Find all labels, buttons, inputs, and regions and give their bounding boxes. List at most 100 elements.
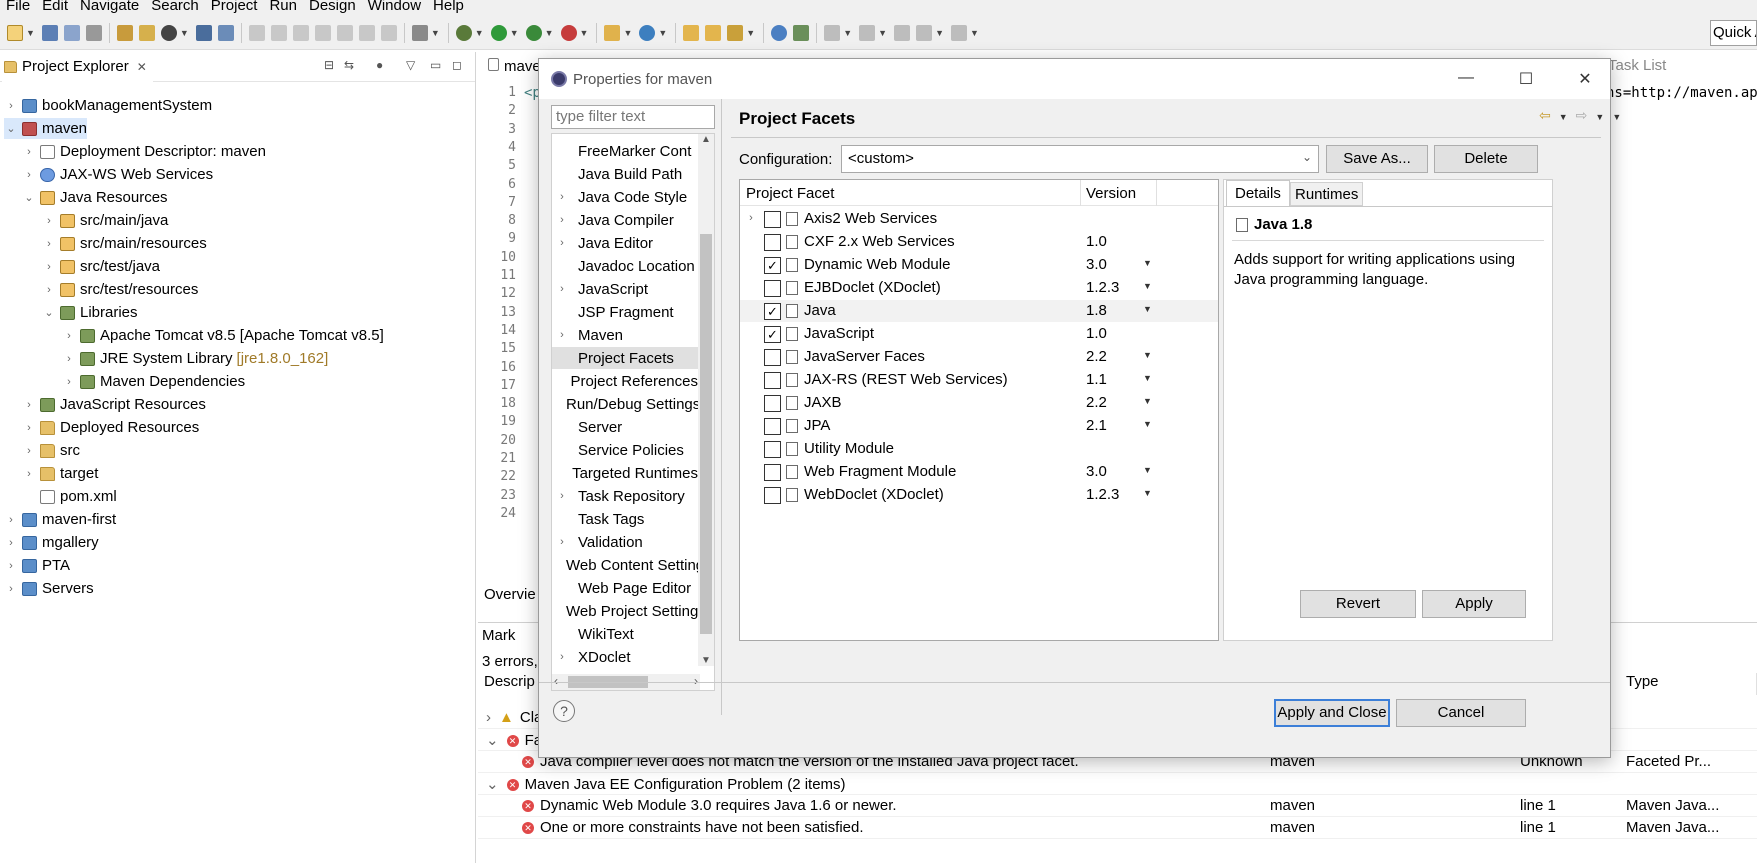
debug-icon[interactable] [160,24,177,41]
facet-row[interactable]: JAXB 2.2 ▼ [740,392,1218,414]
tree-item-deployed-resources[interactable]: › Deployed Resources [22,417,199,438]
tree-item-src-main-java[interactable]: › src/main/java [42,210,168,231]
resume-icon[interactable] [248,24,265,41]
facet-checkbox[interactable] [764,211,781,228]
cancel-button[interactable]: Cancel [1396,699,1526,727]
tree-item-target[interactable]: › target [22,463,98,484]
step-over-icon[interactable] [358,24,375,41]
new-class-icon[interactable] [639,24,656,41]
tree-item-maven-first[interactable]: › maven-first [4,509,116,530]
nav-item-validation[interactable]: › Validation [552,531,698,553]
facet-row[interactable]: ✓ Dynamic Web Module 3.0 ▼ [740,254,1218,276]
debug-bug-icon[interactable] [455,24,472,41]
task-list-icon[interactable] [411,24,428,41]
facet-row[interactable]: ✓ Java 1.8 ▼ [740,300,1218,322]
menu-run[interactable]: Run [263,0,303,16]
scrollbar-thumb[interactable] [700,234,712,634]
globe-icon[interactable] [771,24,788,41]
chevron-down-icon[interactable]: ▼ [1143,304,1152,314]
expand-icon[interactable]: › [4,100,18,112]
skip-breakpoints-icon[interactable] [217,24,234,41]
tree-item-maven[interactable]: ⌄ maven [4,118,88,139]
expand-icon[interactable]: › [4,514,18,526]
new-icon[interactable] [7,24,23,41]
nav-item-xdoclet[interactable]: › XDoclet [552,646,698,668]
open-type-icon[interactable] [683,24,700,41]
close-icon[interactable]: ✕ [1570,69,1600,89]
expand-icon[interactable]: › [486,709,491,726]
facet-checkbox[interactable] [764,487,781,504]
expand-icon[interactable]: › [42,238,56,250]
external-tools-icon[interactable] [560,24,577,41]
facet-row[interactable]: EJBDoclet (XDoclet) 1.2.3 ▼ [740,277,1218,299]
expand-icon[interactable]: › [556,214,568,226]
dropdown-arrow-icon[interactable]: ▼ [510,28,519,38]
expand-icon[interactable]: › [556,329,568,341]
dropdown-arrow-icon[interactable]: ▼ [843,28,852,38]
chevron-down-icon[interactable]: ▼ [1143,258,1152,268]
facet-version[interactable]: 1.0 [1086,325,1107,342]
tab-task-list[interactable]: Task List [1608,57,1666,74]
expand-icon[interactable]: › [62,376,76,388]
facet-checkbox[interactable] [764,441,781,458]
menu-project[interactable]: Project [205,0,264,16]
tab-project-explorer[interactable]: Project Explorer ✕ [2,51,153,82]
forward-menu-icon[interactable]: ▼ [1595,112,1612,122]
expand-icon[interactable]: › [42,261,56,273]
back-icon[interactable] [916,24,933,41]
marker-row[interactable]: ✕ Dynamic Web Module 3.0 requires Java 1.… [478,795,1757,817]
link-with-editor-icon[interactable]: ⇆ [344,58,354,72]
nav-item-web-content-settings[interactable]: Web Content Settings [552,554,698,576]
save-all-icon[interactable] [63,24,80,41]
dropdown-arrow-icon[interactable]: ▼ [545,28,554,38]
nav-item-task-repository[interactable]: › Task Repository [552,485,698,507]
facet-row[interactable]: Web Fragment Module 3.0 ▼ [740,461,1218,483]
menu-help[interactable]: Help [427,0,470,16]
tree-item-pom-xml[interactable]: pom.xml [22,486,117,507]
maximize-icon[interactable]: ◻ [452,58,462,72]
facet-row[interactable]: JavaServer Faces 2.2 ▼ [740,346,1218,368]
view-menu-icon[interactable]: ▼ [1612,112,1629,122]
marker-row[interactable]: ⌄ ✕ Maven Java EE Configuration Problem (2… [478,773,1757,795]
build-icon[interactable] [116,24,133,41]
facet-version[interactable]: 1.2.3 [1086,279,1119,296]
forward-icon[interactable] [950,24,967,41]
filter-input[interactable]: type filter text [551,105,715,129]
tree-item-java-resources[interactable]: ⌄ Java Resources [22,187,167,208]
focus-on-task-icon[interactable]: ● [376,58,383,72]
expand-icon[interactable]: › [556,283,568,295]
collapse-icon[interactable]: ⌄ [4,122,18,135]
nav-item-server[interactable]: Server [552,416,698,438]
print-icon[interactable] [85,24,102,41]
facet-row[interactable]: › Axis2 Web Services [740,208,1218,230]
run-icon[interactable] [490,24,507,41]
dropdown-arrow-icon[interactable]: ▼ [658,28,667,38]
expand-icon[interactable]: › [22,399,36,411]
chevron-down-icon[interactable]: ▼ [1143,465,1152,475]
chevron-down-icon[interactable]: ▼ [1143,396,1152,406]
suspend-icon[interactable] [270,24,287,41]
collapse-icon[interactable]: ⌄ [486,776,499,793]
scroll-right-icon[interactable]: › [694,674,698,688]
view-menu-icon[interactable]: ▽ [406,58,415,72]
expand-icon[interactable]: › [744,212,758,224]
scroll-up-icon[interactable]: ▲ [701,134,711,145]
revert-button[interactable]: Revert [1300,590,1416,618]
dialog-title-bar[interactable]: Properties for maven — ☐ ✕ [539,59,1610,99]
nav-item-project-references[interactable]: Project References [552,370,698,392]
step-into-icon[interactable] [336,24,353,41]
facet-checkbox[interactable] [764,234,781,251]
facet-version[interactable]: 2.2 [1086,394,1107,411]
dropdown-arrow-icon[interactable]: ▼ [746,28,755,38]
tree-item-maven-dependencies[interactable]: › Maven Dependencies [62,371,245,392]
tab-markers[interactable]: Mark [482,627,515,644]
column-type[interactable]: Type [1620,673,1757,695]
tree-item-src-test-resources[interactable]: › src/test/resources [42,279,198,300]
tab-details[interactable]: Details [1226,180,1290,206]
expand-icon[interactable]: › [42,215,56,227]
dropdown-arrow-icon[interactable]: ▼ [970,28,979,38]
chevron-down-icon[interactable]: ▼ [1143,419,1152,429]
facet-version[interactable]: 1.0 [1086,233,1107,250]
tree-item-src-main-resources[interactable]: › src/main/resources [42,233,207,254]
apply-and-close-button[interactable]: Apply and Close [1274,699,1390,727]
